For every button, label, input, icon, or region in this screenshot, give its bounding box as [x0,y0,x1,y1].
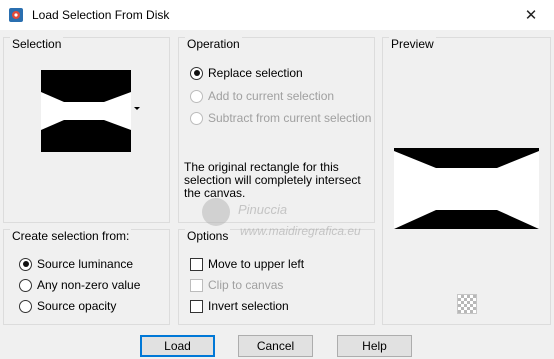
create-selection-from-label: Create selection from: [10,229,132,243]
source-opacity-radio[interactable]: Source opacity [19,299,116,313]
preview-group: Preview [382,37,551,325]
clip-to-canvas-checkbox: Clip to canvas [190,278,283,292]
radio-indicator [190,66,203,80]
selection-thumbnail-image [41,70,131,152]
radio-indicator [19,278,32,292]
preview-image [394,148,539,229]
selection-thumbnail-dropdown[interactable] [41,70,131,152]
dialog-body: Selection Operation Replace selection Ad… [0,30,554,359]
subtract-from-selection-label: Subtract from current selection [208,111,372,125]
checkbox-indicator [190,278,203,292]
close-button[interactable]: ✕ [508,0,554,30]
add-to-selection-radio: Add to current selection [190,89,334,103]
source-luminance-label: Source luminance [37,257,134,271]
checkbox-indicator [190,299,203,313]
clip-to-canvas-label: Clip to canvas [208,278,284,292]
selection-group-label: Selection [10,37,64,51]
operation-group: Operation Replace selection Add to curre… [178,37,375,223]
radio-indicator [190,89,203,103]
radio-indicator [19,299,32,313]
window-title: Load Selection From Disk [32,8,170,22]
title-bar: Load Selection From Disk ✕ [0,0,554,30]
invert-selection-label: Invert selection [208,299,289,313]
selection-group: Selection [3,37,170,223]
zoom-to-fit-icon[interactable] [457,294,477,314]
move-to-upper-left-checkbox[interactable]: Move to upper left [190,257,304,271]
create-selection-from-group: Create selection from: Source luminance … [3,229,170,325]
subtract-from-selection-radio: Subtract from current selection [190,111,371,125]
options-group: Options Move to upper left Clip to canva… [178,229,375,325]
radio-indicator [19,257,32,271]
checkbox-indicator [190,257,203,271]
add-to-selection-label: Add to current selection [208,89,335,103]
options-group-label: Options [185,229,231,243]
invert-selection-checkbox[interactable]: Invert selection [190,299,289,313]
operation-info-text: The original rectangle for this selectio… [184,160,361,200]
replace-selection-label: Replace selection [208,66,303,80]
radio-indicator [190,111,203,125]
help-button[interactable]: Help [337,335,412,357]
cancel-button[interactable]: Cancel [238,335,313,357]
source-opacity-label: Source opacity [37,299,117,313]
any-non-zero-value-radio[interactable]: Any non-zero value [19,278,140,292]
load-button[interactable]: Load [140,335,215,357]
preview-image-graphic [394,148,539,229]
paint-shop-pro-icon [9,8,23,22]
chevron-down-icon[interactable] [134,107,140,110]
close-icon: ✕ [524,7,538,24]
operation-group-label: Operation [185,37,242,51]
any-non-zero-value-label: Any non-zero value [37,278,141,292]
preview-group-label: Preview [389,37,436,51]
move-to-upper-left-label: Move to upper left [208,257,305,271]
source-luminance-radio[interactable]: Source luminance [19,257,133,271]
replace-selection-radio[interactable]: Replace selection [190,66,303,80]
